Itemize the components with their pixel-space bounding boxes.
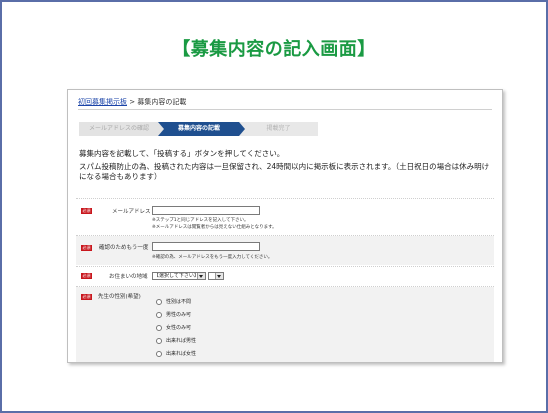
area-select[interactable]: 【選択して下さい】 — [152, 272, 206, 280]
breadcrumb-divider — [78, 109, 492, 110]
email-row: 必須 メールアドレス ※ステップ1と同じアドレスを記入して下さい。 ※メールアド… — [76, 200, 494, 234]
instruction-text: 募集内容を記載して、「投稿する」ボタンを押してください。 — [79, 149, 285, 158]
radio-button-icon[interactable] — [156, 298, 162, 305]
required-badge: 必須 — [81, 245, 92, 251]
breadcrumb-home-link[interactable]: 初回募集掲示板 — [78, 98, 127, 106]
area-row: 必須 お住まいの地域 【選択して下さい】 — [76, 267, 494, 285]
radio-prefer-female[interactable]: 出来れば女性 — [156, 350, 196, 357]
radio-label: 出来れば女性 — [166, 351, 197, 357]
radio-label: 男性のみ可 — [166, 312, 192, 318]
step-email-confirm: メールアドレスの確認 — [79, 122, 159, 136]
row-divider — [76, 198, 494, 199]
email-confirm-row: 必須 確認のためもう一度 ※確認の為、メールアドレスをもう一度入力してください。 — [76, 236, 494, 265]
spam-notice: スパム投稿防止の為、投稿された内容は一旦保留され、24時間以内に掲示板に表示され… — [79, 162, 490, 181]
radio-label: 性別は不問 — [166, 299, 192, 305]
email-confirm-label: 確認のためもう一度 — [99, 245, 149, 251]
radio-button-icon[interactable] — [156, 337, 162, 344]
radio-gender-any[interactable]: 性別は不問 — [156, 298, 191, 305]
radio-button-icon[interactable] — [156, 311, 162, 318]
email-hint-2: ※メールアドレスは閲覧者からは見えない仕組みとなります。 — [152, 225, 277, 230]
area-select-value: 【選択して下さい】 — [154, 273, 199, 279]
radio-male-only[interactable]: 男性のみ可 — [156, 311, 191, 318]
radio-button-icon[interactable] — [156, 350, 162, 357]
radio-button-icon[interactable] — [156, 324, 162, 331]
chevron-down-icon[interactable] — [215, 273, 223, 279]
area-sub-select[interactable] — [208, 272, 224, 280]
required-badge: 必須 — [81, 294, 92, 300]
breadcrumb: 初回募集掲示板 > 募集内容の記載 — [78, 97, 186, 107]
step-content-entry: 募集内容の記載 — [158, 122, 240, 136]
radio-female-only[interactable]: 女性のみ可 — [156, 324, 191, 331]
radio-prefer-male[interactable]: 出来れば男性 — [156, 337, 196, 344]
email-hint-1: ※ステップ1と同じアドレスを記入して下さい。 — [152, 218, 249, 223]
step-arrow-icon — [239, 122, 245, 136]
chevron-down-icon[interactable] — [197, 273, 205, 279]
email-confirm-hint: ※確認の為、メールアドレスをもう一度入力してください。 — [152, 255, 273, 260]
step-complete: 掲載完了 — [239, 122, 318, 136]
breadcrumb-separator: > — [127, 98, 138, 106]
step-progress: メールアドレスの確認 募集内容の記載 掲載完了 — [79, 122, 318, 136]
teacher-gender-label: 先生の性別(希望) — [98, 294, 141, 300]
radio-label: 出来れば男性 — [166, 338, 197, 344]
form-screenshot: 初回募集掲示板 > 募集内容の記載 メールアドレスの確認 募集内容の記載 掲載完… — [67, 89, 503, 363]
email-confirm-field[interactable] — [152, 242, 260, 251]
required-badge: 必須 — [81, 208, 92, 214]
step-arrow-icon — [158, 122, 164, 136]
slide-title: 【募集内容の記入画面】 — [172, 39, 376, 60]
area-label: お住まいの地域 — [109, 274, 148, 280]
radio-label: 女性のみ可 — [166, 325, 192, 331]
email-label: メールアドレス — [112, 209, 151, 215]
teacher-gender-row: 必須 先生の性別(希望) 性別は不問 男性のみ可 女性のみ可 出来れば男性 出来… — [76, 287, 494, 362]
required-badge: 必須 — [81, 273, 92, 279]
email-field[interactable] — [152, 206, 260, 215]
breadcrumb-current: 募集内容の記載 — [137, 98, 187, 106]
